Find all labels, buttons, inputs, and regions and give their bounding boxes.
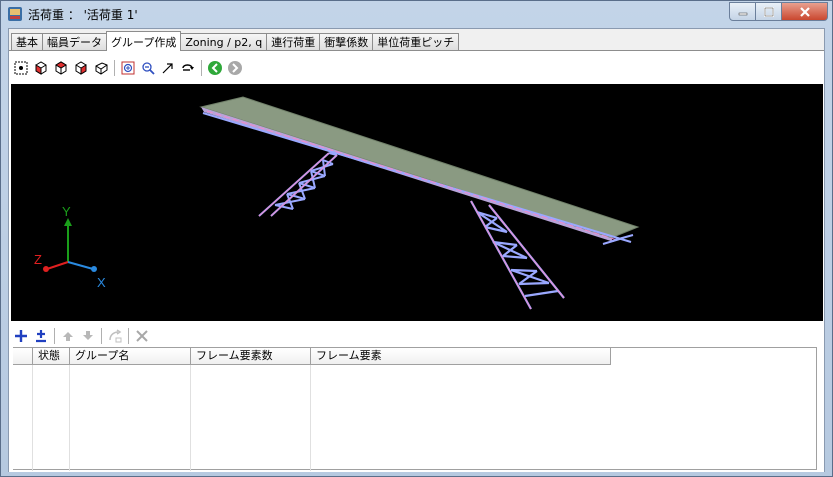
- column-divider: [69, 365, 70, 471]
- cube-top-icon: [55, 61, 67, 75]
- go-forward-icon: [208, 61, 222, 75]
- toolbar-separator: [101, 328, 102, 344]
- tab-label: Zoning / p2, q: [185, 35, 263, 49]
- view-toolbar: [11, 58, 245, 78]
- go-forward-button[interactable]: [205, 58, 225, 78]
- zoom-window-icon: [121, 61, 135, 75]
- title-bar[interactable]: 活荷重 ： '活荷重 1': [1, 1, 832, 27]
- tab-basic[interactable]: 基本: [11, 33, 43, 50]
- tab-label: 基本: [16, 36, 38, 49]
- app-icon: [8, 7, 22, 21]
- toolbar-separator: [54, 328, 55, 344]
- table-header: 状態 グループ名 フレーム要素数 フレーム要素: [13, 348, 611, 365]
- left-pier-truss: [258, 152, 338, 217]
- view-iso-button[interactable]: [91, 58, 111, 78]
- tab-label: 連行荷重: [271, 36, 316, 49]
- view-top-button[interactable]: [51, 58, 71, 78]
- toolbar-separator: [114, 60, 115, 76]
- column-header-group-name[interactable]: グループ名: [70, 348, 191, 365]
- column-header-status[interactable]: 状態: [33, 348, 70, 365]
- add-icon: [15, 330, 27, 342]
- swap-icon: [109, 329, 122, 343]
- tab-label: 衝撃係数: [324, 36, 369, 49]
- delete-button: [132, 326, 152, 346]
- move-down-button: [78, 326, 98, 346]
- bridge-model-view[interactable]: Y Z X: [11, 84, 823, 321]
- group-create-panel: Y Z X 状態 グループ名 フレーム要素数 フレーム要素: [9, 50, 824, 472]
- pan-button[interactable]: [158, 58, 178, 78]
- column-header-frame-elements[interactable]: フレーム要素: [311, 348, 611, 365]
- maximize-icon: [763, 6, 774, 17]
- tab-label: 単位荷重ピッチ: [377, 36, 455, 49]
- axis-label-x: X: [97, 275, 106, 290]
- fit-all-icon: [14, 61, 28, 75]
- go-back-icon: [228, 61, 242, 75]
- column-divider: [310, 365, 311, 471]
- group-table[interactable]: 状態 グループ名 フレーム要素数 フレーム要素: [13, 347, 817, 471]
- column-header-selector[interactable]: [13, 348, 33, 365]
- toolbar-separator: [201, 60, 202, 76]
- add-remove-icon: [36, 330, 46, 343]
- cube-side-icon: [75, 61, 87, 75]
- rotate-button[interactable]: [178, 58, 198, 78]
- view-side-button[interactable]: [71, 58, 91, 78]
- tab-group-create[interactable]: グループ作成: [106, 31, 182, 51]
- view-front-button[interactable]: [31, 58, 51, 78]
- maximize-button[interactable]: [756, 2, 782, 21]
- close-icon: [799, 6, 810, 17]
- tab-impact-factor[interactable]: 衝撃係数: [319, 33, 374, 50]
- column-divider: [190, 365, 191, 471]
- column-header-frame-count[interactable]: フレーム要素数: [191, 348, 311, 365]
- zoom-out-icon: [142, 62, 155, 75]
- move-down-icon: [83, 331, 93, 340]
- client-area: 基本 幅員データ グループ作成 Zoning / p2, q 連行荷重 衝撃係数…: [8, 28, 825, 472]
- add-remove-button[interactable]: [31, 326, 51, 346]
- pan-arrow-icon: [162, 63, 173, 74]
- fit-all-button[interactable]: [11, 58, 31, 78]
- go-back-button[interactable]: [225, 58, 245, 78]
- minimize-icon: [738, 12, 747, 15]
- cube-iso-icon: [95, 62, 108, 75]
- tab-unit-load-pitch[interactable]: 単位荷重ピッチ: [372, 33, 460, 50]
- 3d-viewport[interactable]: Y Z X: [11, 84, 823, 321]
- zoom-out-button[interactable]: [138, 58, 158, 78]
- tab-zoning[interactable]: Zoning / p2, q: [180, 33, 268, 50]
- swap-button: [105, 326, 125, 346]
- group-toolbar: [11, 326, 152, 346]
- window-title: 活荷重 ： '活荷重 1': [28, 8, 138, 22]
- delete-icon: [136, 330, 148, 342]
- add-button[interactable]: [11, 326, 31, 346]
- toolbar-separator: [128, 328, 129, 344]
- axis-label-z: Z: [34, 252, 42, 267]
- axis-label-y: Y: [62, 204, 71, 219]
- column-divider: [32, 365, 33, 471]
- tab-train-load[interactable]: 連行荷重: [266, 33, 321, 50]
- main-window: 活荷重 ： '活荷重 1' 基本 幅員データ グループ作成 Zoning / p…: [0, 0, 833, 477]
- tab-label: 幅員データ: [47, 36, 102, 49]
- tab-strip: 基本 幅員データ グループ作成 Zoning / p2, q 連行荷重 衝撃係数…: [11, 31, 460, 51]
- axis-triad: Y Z X: [34, 204, 106, 290]
- zoom-window-button[interactable]: [118, 58, 138, 78]
- rotate-icon: [182, 64, 194, 71]
- tab-width-data[interactable]: 幅員データ: [42, 33, 107, 50]
- minimize-button[interactable]: [729, 2, 756, 21]
- bridge-deck: [199, 96, 640, 245]
- move-up-button: [58, 326, 78, 346]
- close-button[interactable]: [782, 2, 828, 21]
- move-up-icon: [63, 332, 73, 341]
- cube-front-icon: [35, 61, 47, 75]
- tab-label: グループ作成: [111, 35, 177, 49]
